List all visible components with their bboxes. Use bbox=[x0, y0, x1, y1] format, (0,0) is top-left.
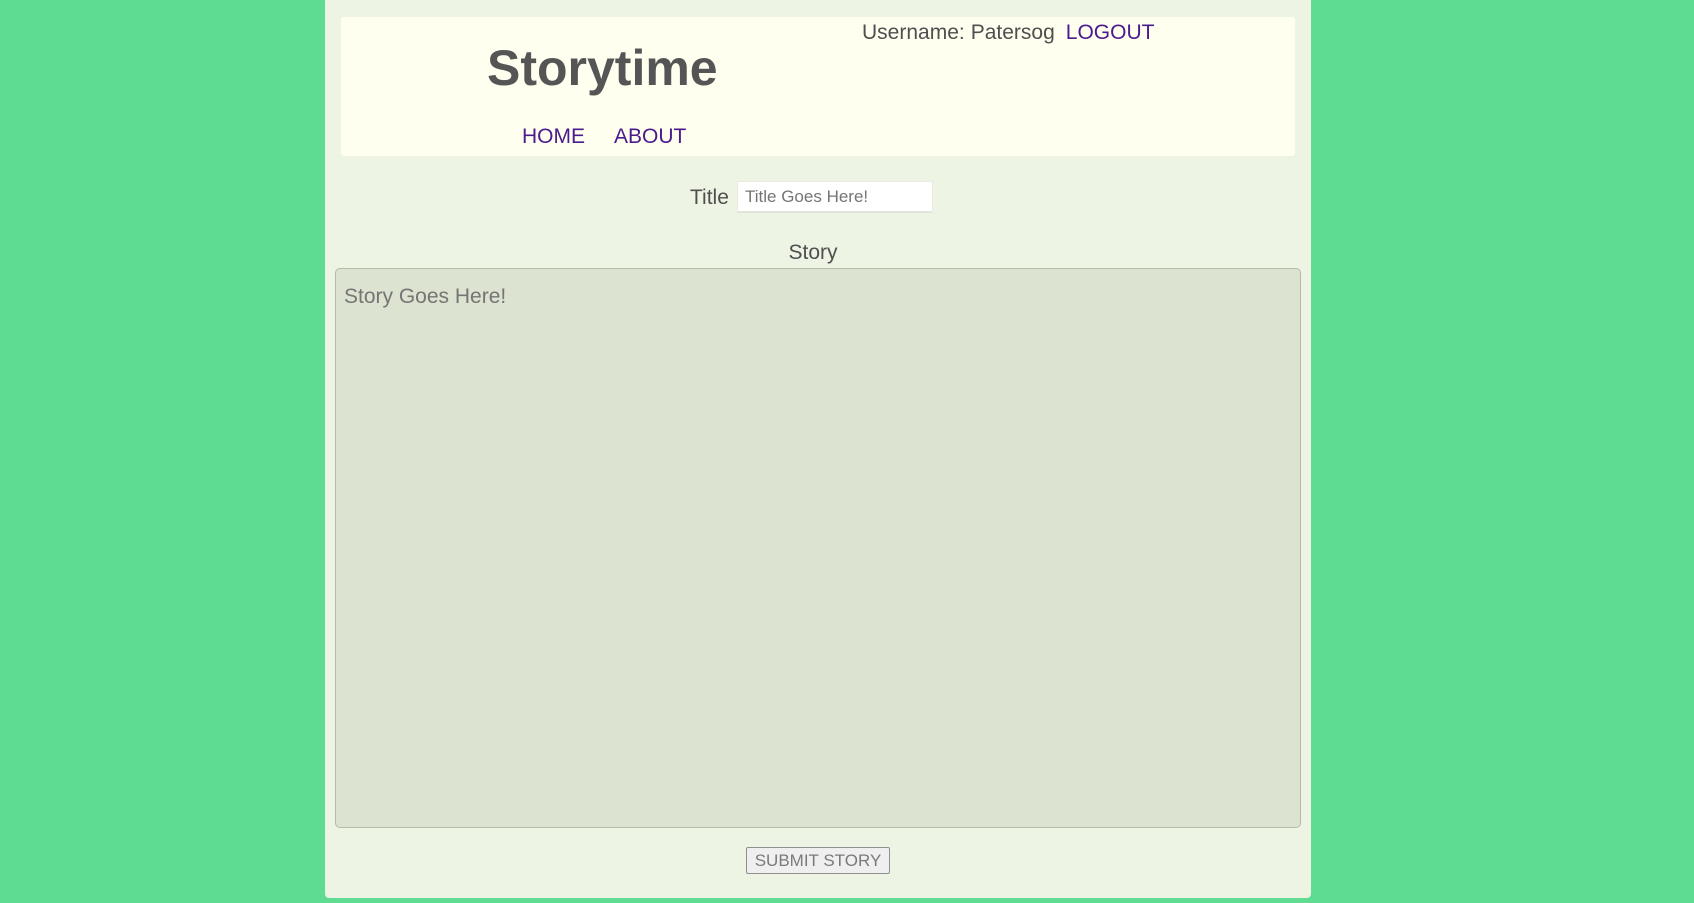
submit-story-button[interactable]: SUBMIT STORY bbox=[746, 847, 890, 874]
title-input[interactable] bbox=[737, 181, 933, 213]
user-area: Username: Patersog LOGOUT bbox=[862, 21, 1154, 45]
title-label: Title bbox=[690, 186, 729, 209]
story-textarea[interactable] bbox=[335, 268, 1301, 828]
main-nav: HOME ABOUT bbox=[522, 125, 715, 149]
page-container: Storytime Username: Patersog LOGOUT HOME AB… bbox=[325, 0, 1311, 898]
title-row: Title bbox=[325, 181, 1311, 216]
username-value: Patersog bbox=[970, 21, 1055, 44]
site-title: Storytime bbox=[487, 40, 718, 96]
username-label: Username: bbox=[862, 21, 965, 44]
site-header: Storytime Username: Patersog LOGOUT HOME AB… bbox=[341, 17, 1295, 156]
nav-item-home[interactable]: HOME bbox=[522, 125, 585, 148]
logout-link[interactable]: LOGOUT bbox=[1066, 21, 1155, 44]
story-label: Story bbox=[788, 241, 838, 264]
nav-item-about[interactable]: ABOUT bbox=[614, 125, 686, 148]
